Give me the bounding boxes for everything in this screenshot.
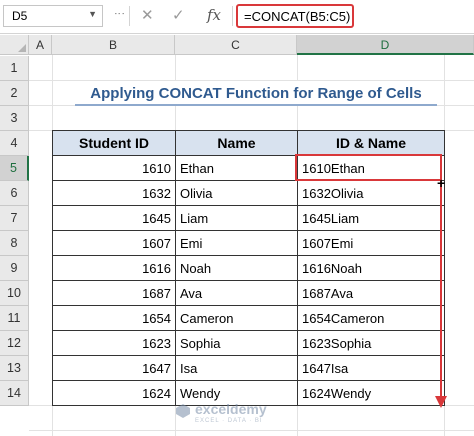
id-name-cell[interactable]: 1647Isa <box>297 355 445 381</box>
student-id-cell[interactable]: 1616 <box>52 255 176 281</box>
row-header-6[interactable]: 6 <box>0 181 29 206</box>
table-row: 1632 Olivia 1632Olivia <box>52 180 445 206</box>
name-cell[interactable]: Isa <box>175 355 298 381</box>
formula-input[interactable]: =CONCAT(B5:C5) <box>236 4 354 28</box>
chevron-down-icon[interactable]: ▼ <box>88 9 97 19</box>
watermark: exceldemy EXCEL · DATA · BI <box>176 400 296 430</box>
table-row: 1654 Cameron 1654Cameron <box>52 305 445 331</box>
id-name-cell[interactable]: 1616Noah <box>297 255 445 281</box>
column-header-a[interactable]: A <box>29 35 52 55</box>
name-cell[interactable]: Ava <box>175 280 298 306</box>
table-row: 1623 Sophia 1623Sophia <box>52 330 445 356</box>
row-header-4[interactable]: 4 <box>0 131 29 156</box>
watermark-name: exceldemy <box>195 401 267 417</box>
table-row: 1647 Isa 1647Isa <box>52 355 445 381</box>
column-header-b[interactable]: B <box>52 35 175 55</box>
check-icon[interactable]: ✓ <box>172 6 185 24</box>
student-id-cell[interactable]: 1632 <box>52 180 176 206</box>
table-row: 1616 Noah 1616Noah <box>52 255 445 281</box>
watermark-tagline: EXCEL · DATA · BI <box>195 418 263 424</box>
row-header-12[interactable]: 12 <box>0 331 29 356</box>
row-header-8[interactable]: 8 <box>0 231 29 256</box>
close-icon[interactable]: ✕ <box>141 6 154 24</box>
table-row: 1687 Ava 1687Ava <box>52 280 445 306</box>
name-box-value: D5 <box>12 9 28 23</box>
row-header-9[interactable]: 9 <box>0 256 29 281</box>
name-cell[interactable]: Cameron <box>175 305 298 331</box>
header-student-id[interactable]: Student ID <box>52 130 176 156</box>
name-cell[interactable]: Emi <box>175 230 298 256</box>
divider <box>129 6 130 26</box>
sheet-title[interactable]: Applying CONCAT Function for Range of Ce… <box>75 81 437 106</box>
exceldemy-logo-icon <box>176 404 190 418</box>
header-name[interactable]: Name <box>175 130 298 156</box>
row-header-1[interactable]: 1 <box>0 56 29 81</box>
table-row: 1645 Liam 1645Liam <box>52 205 445 231</box>
row-header-3[interactable]: 3 <box>0 106 29 131</box>
formula-bar: D5 ▼ ⋮ ✕ ✓ fx =CONCAT(B5:C5) <box>0 0 474 34</box>
more-options-icon[interactable]: ⋮ <box>113 8 126 18</box>
student-id-cell[interactable]: 1647 <box>52 355 176 381</box>
student-id-cell[interactable]: 1623 <box>52 330 176 356</box>
formula-text: =CONCAT(B5:C5) <box>244 9 351 24</box>
row-header-14[interactable]: 14 <box>0 381 29 406</box>
column-header-c[interactable]: C <box>175 35 297 55</box>
id-name-cell[interactable]: 1607Emi <box>297 230 445 256</box>
id-name-cell[interactable]: 1632Olivia <box>297 180 445 206</box>
student-id-cell[interactable]: 1610 <box>52 155 176 181</box>
student-id-cell[interactable]: 1687 <box>52 280 176 306</box>
student-id-cell[interactable]: 1624 <box>52 380 176 406</box>
name-cell[interactable]: Liam <box>175 205 298 231</box>
name-box[interactable]: D5 ▼ <box>3 5 103 27</box>
id-name-cell[interactable]: 1687Ava <box>297 280 445 306</box>
column-header-d[interactable]: D <box>297 35 474 55</box>
row-header-10[interactable]: 10 <box>0 281 29 306</box>
student-id-cell[interactable]: 1654 <box>52 305 176 331</box>
fill-handle-cursor-icon[interactable]: + <box>437 175 445 191</box>
student-id-cell[interactable]: 1607 <box>52 230 176 256</box>
select-all-button[interactable] <box>0 35 29 55</box>
insert-function-button[interactable]: fx <box>207 6 221 24</box>
name-cell[interactable]: Noah <box>175 255 298 281</box>
table-row: 1607 Emi 1607Emi <box>52 230 445 256</box>
name-cell[interactable]: Sophia <box>175 330 298 356</box>
name-cell[interactable]: Olivia <box>175 180 298 206</box>
id-name-cell[interactable]: 1623Sophia <box>297 330 445 356</box>
id-name-cell[interactable]: 1624Wendy <box>297 380 445 406</box>
selected-cell-highlight[interactable] <box>295 154 442 181</box>
row-header-11[interactable]: 11 <box>0 306 29 331</box>
student-id-cell[interactable]: 1645 <box>52 205 176 231</box>
row-header-7[interactable]: 7 <box>0 206 29 231</box>
id-name-cell[interactable]: 1654Cameron <box>297 305 445 331</box>
table-header-row: Student ID Name ID & Name <box>52 130 445 156</box>
fill-down-arrow-icon <box>435 178 447 408</box>
header-id-and-name[interactable]: ID & Name <box>297 130 445 156</box>
row-header-13[interactable]: 13 <box>0 356 29 381</box>
divider <box>232 6 233 26</box>
id-name-cell[interactable]: 1645Liam <box>297 205 445 231</box>
row-header-2[interactable]: 2 <box>0 81 29 106</box>
name-cell[interactable]: Ethan <box>175 155 298 181</box>
grid-line <box>29 430 474 431</box>
row-header-5[interactable]: 5 <box>0 156 29 181</box>
